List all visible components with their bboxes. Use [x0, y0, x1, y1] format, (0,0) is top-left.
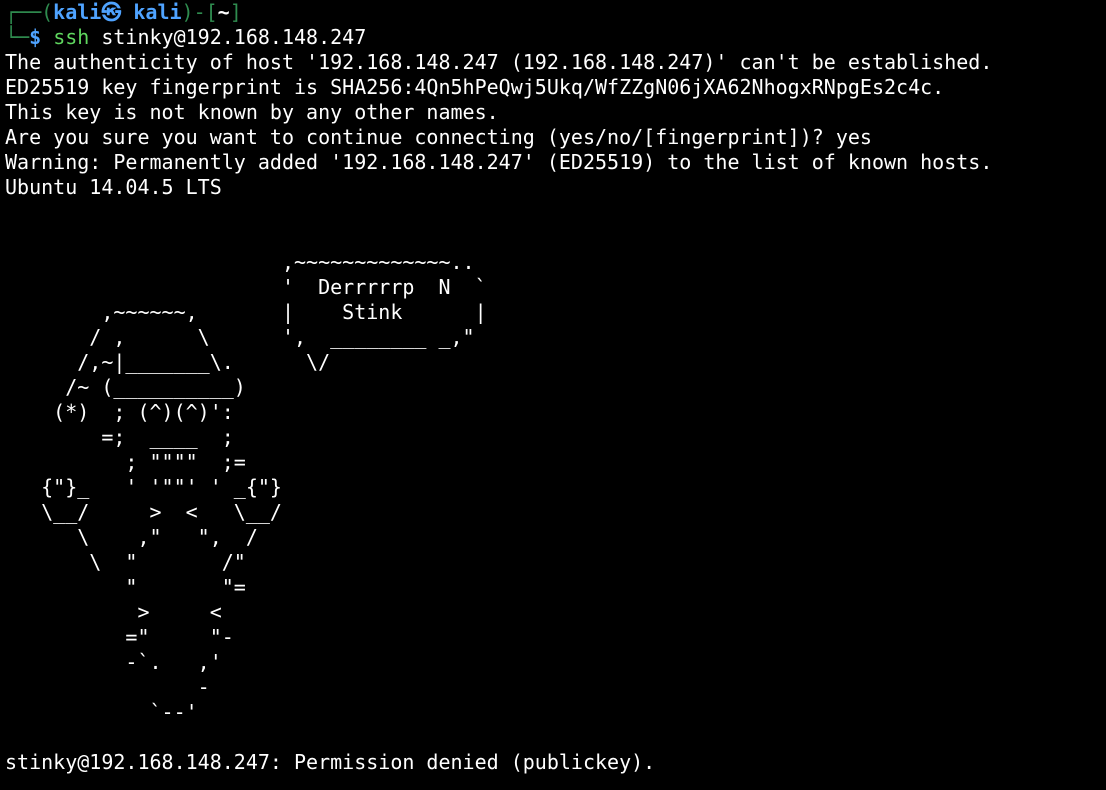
prompt-directory: ~: [217, 0, 230, 24]
output-line: =; ____ ;: [5, 425, 234, 449]
terminal-window[interactable]: ┌──(kali㉿ kali)-[~] └─$ ssh stinky@192.1…: [0, 0, 1106, 790]
output-line: ' Derrrrrp N `: [5, 275, 487, 299]
prompt-frame-right: ]: [229, 0, 242, 24]
output-line: \ ," ", /: [5, 525, 258, 549]
output-line: \ " /": [5, 550, 246, 574]
output-line: The authenticity of host '192.168.148.24…: [5, 50, 993, 74]
output-line: stinky@192.168.148.247: Permission denie…: [5, 750, 656, 774]
prompt-frame-left: ┌──(: [5, 0, 54, 24]
output-line: " "=: [5, 575, 246, 599]
output-line: -: [5, 675, 210, 699]
output-line: ; """" ;=: [5, 450, 246, 474]
output-line: /,~|_______\. \/: [5, 350, 331, 374]
prompt-frame-bottom: └─: [5, 25, 30, 49]
output-line: Warning: Permanently added '192.168.148.…: [5, 150, 993, 174]
output-line: (*) ; (^)(^)':: [5, 400, 234, 424]
command-name: ssh: [53, 25, 90, 49]
output-line: \__/ > < \__/: [5, 500, 282, 524]
output-line: ,~~~~~~, | Stink |: [5, 300, 487, 324]
output-line: Are you sure you want to continue connec…: [5, 125, 872, 149]
prompt-dollar: $: [29, 25, 54, 49]
output-line: > <: [5, 600, 222, 624]
terminal-output: The authenticity of host '192.168.148.24…: [5, 50, 1106, 775]
output-line: ,~~~~~~~~~~~~~..: [5, 250, 475, 274]
output-line: {"}_ ' '""' ' _{"}: [5, 475, 282, 499]
output-line: / , \ ', ________ _,": [5, 325, 475, 349]
output-line: /~ (__________): [5, 375, 246, 399]
command-line[interactable]: └─$ ssh stinky@192.168.148.247: [5, 25, 1106, 50]
output-line: -`. ,': [5, 650, 222, 674]
output-line: ED25519 key fingerprint is SHA256:4Qn5hP…: [5, 75, 945, 99]
output-line: Ubuntu 14.04.5 LTS: [5, 175, 222, 199]
output-line: =" "-: [5, 625, 234, 649]
command-args: stinky@192.168.148.247: [89, 25, 367, 49]
prompt-frame-mid: )-[: [181, 0, 218, 24]
output-line: This key is not known by any other names…: [5, 100, 499, 124]
prompt-user-host: kali㉿ kali: [53, 0, 182, 24]
output-line: `--': [5, 700, 198, 724]
prompt-header-line: ┌──(kali㉿ kali)-[~]: [5, 0, 1106, 25]
